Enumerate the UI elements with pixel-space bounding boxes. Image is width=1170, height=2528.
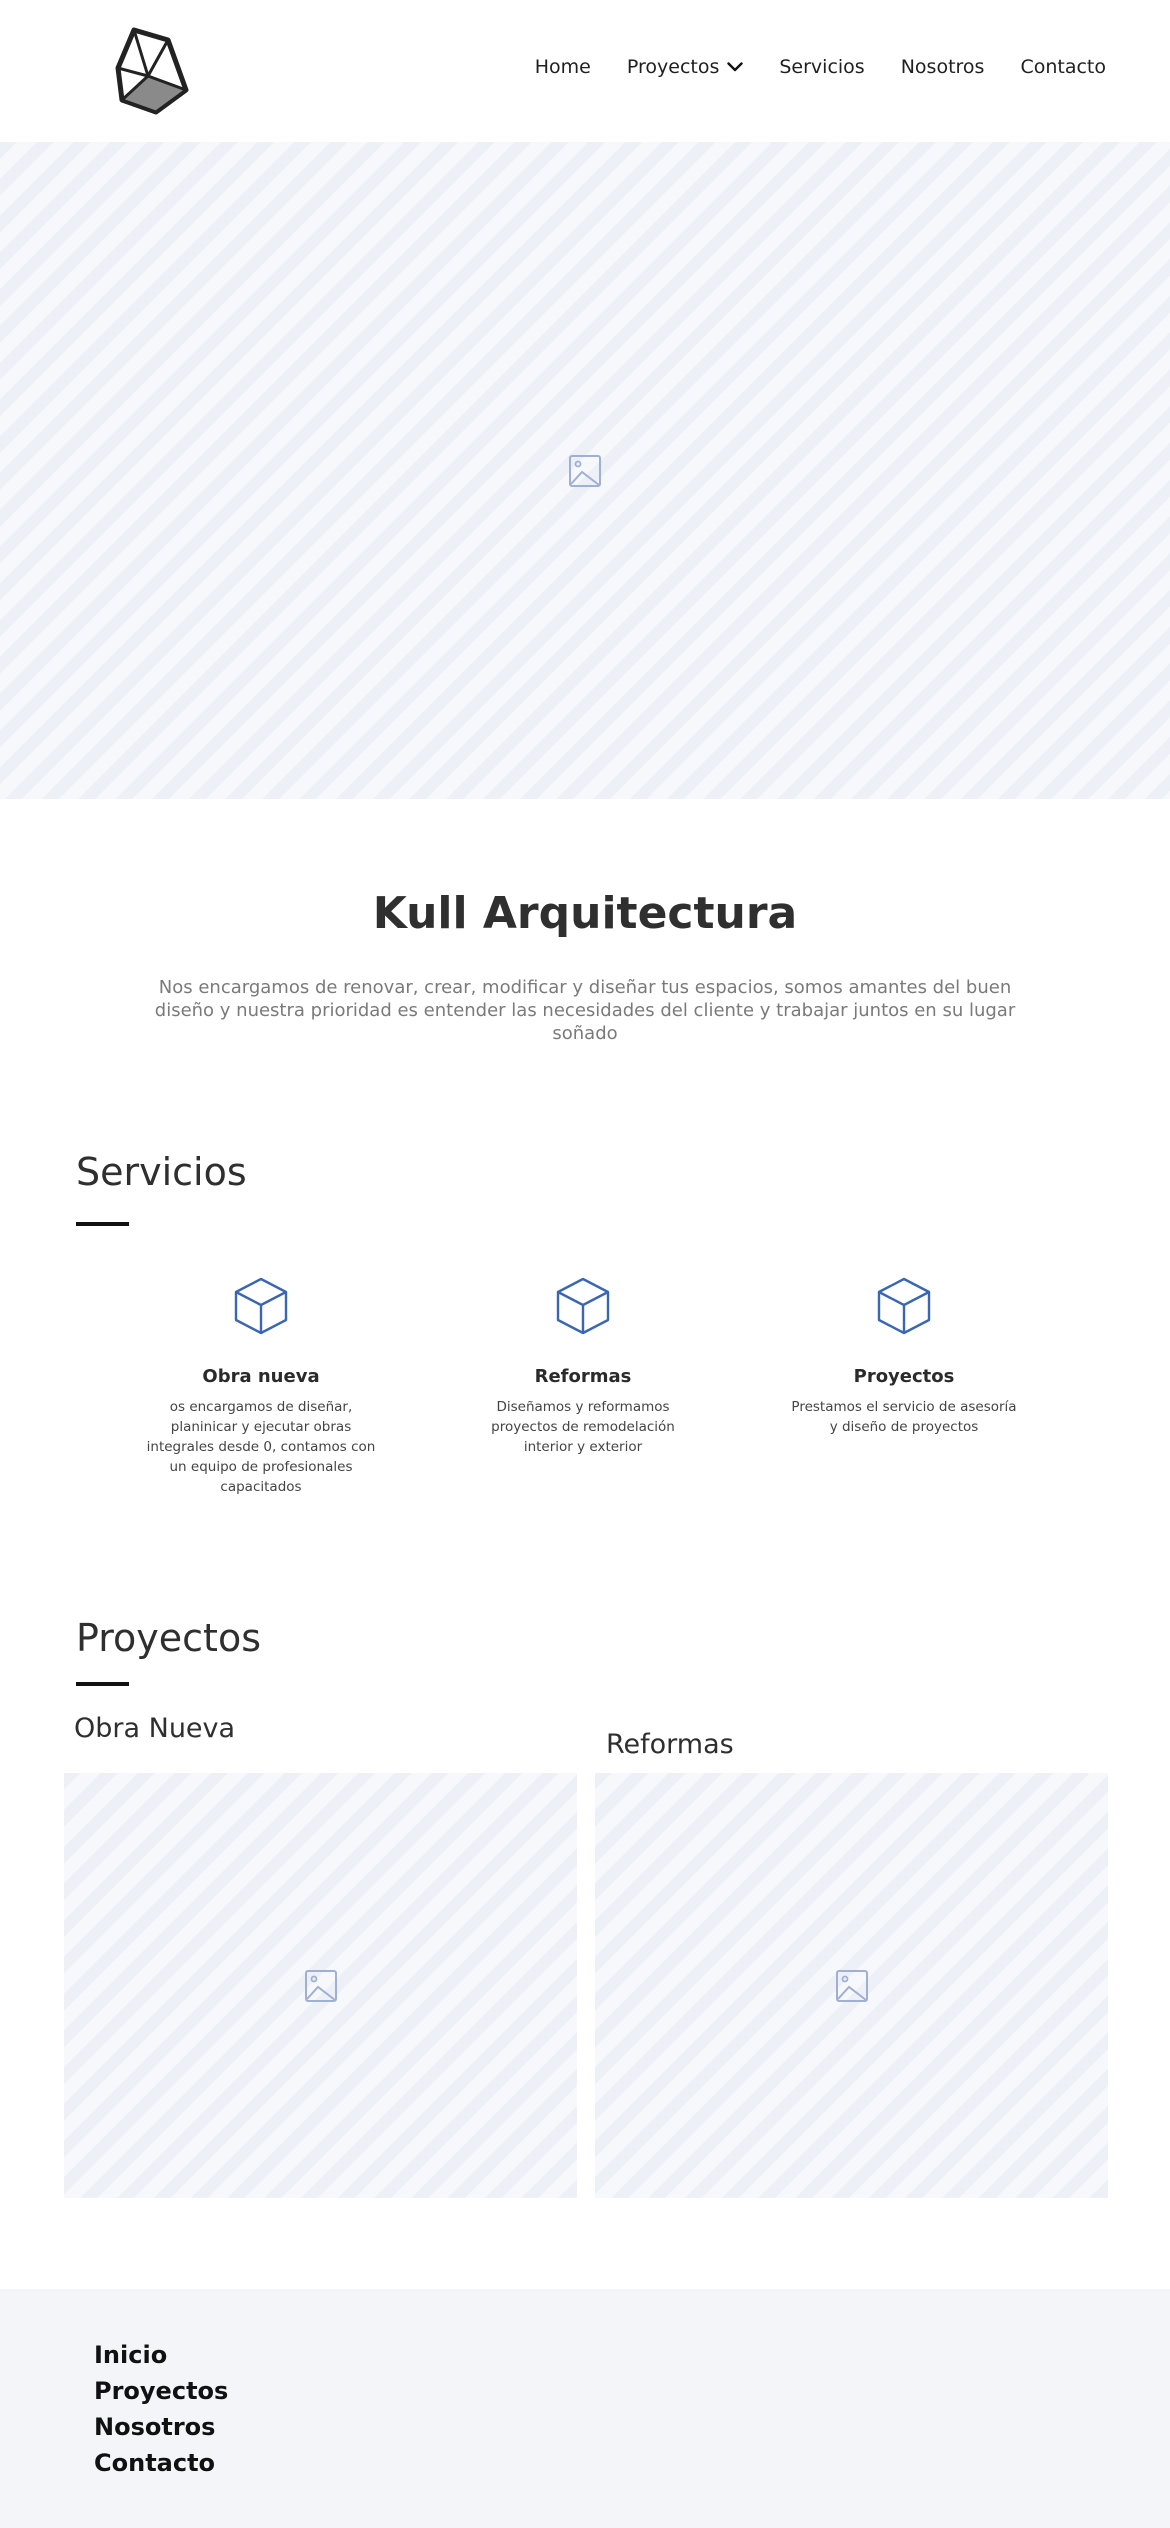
intro-text: Nos encargamos de renovar, crear, modifi… — [154, 977, 1016, 1044]
cube-icon — [877, 1277, 931, 1335]
nav-nosotros-label: Nosotros — [900, 56, 985, 78]
nav-contacto-label: Contacto — [1020, 56, 1106, 78]
nav-servicios-label: Servicios — [779, 56, 865, 78]
services-title: Servicios — [76, 1150, 247, 1194]
nav-home[interactable]: Home — [535, 56, 591, 78]
image-placeholder-icon — [304, 1969, 337, 2002]
service-desc: Prestamos el servicio de asesoría y dise… — [791, 1399, 1017, 1435]
projects-title-rule — [76, 1682, 129, 1686]
nav-home-label: Home — [534, 56, 591, 78]
footer-link-contacto[interactable]: Contacto — [94, 2445, 228, 2481]
projects-title: Proyectos — [76, 1616, 261, 1660]
nav-servicios[interactable]: Servicios — [779, 56, 864, 78]
services-title-rule — [76, 1222, 129, 1226]
image-placeholder-icon — [569, 454, 601, 487]
site-footer: Inicio Proyectos Nosotros Contacto — [0, 2289, 1170, 2528]
nav-proyectos-label: Proyectos — [626, 56, 720, 78]
footer-link-inicio[interactable]: Inicio — [94, 2337, 228, 2373]
service-title: Proyectos — [853, 1366, 955, 1387]
footer-nav: Inicio Proyectos Nosotros Contacto — [94, 2337, 228, 2481]
service-card-obra-nueva: Obra nueva os encargamos de diseñar, pla… — [145, 1276, 377, 1497]
chevron-down-icon — [727, 62, 744, 72]
service-title: Reformas — [534, 1366, 632, 1387]
project-label-reformas: Reformas — [606, 1729, 734, 1760]
cube-icon — [556, 1277, 610, 1335]
cube-icon — [234, 1277, 288, 1335]
service-title: Obra nueva — [202, 1366, 320, 1387]
service-card-reformas: Reformas Diseñamos y reformamos proyecto… — [467, 1276, 699, 1457]
footer-link-nosotros[interactable]: Nosotros — [94, 2409, 228, 2445]
nav-proyectos[interactable]: Proyectos — [627, 56, 744, 78]
service-card-proyectos: Proyectos Prestamos el servicio de aseso… — [788, 1276, 1020, 1437]
nav-nosotros[interactable]: Nosotros — [901, 56, 985, 78]
project-image-obra-nueva[interactable] — [64, 1773, 577, 2198]
main-nav: Home Proyectos Servicios Nosotros Contac… — [535, 56, 1106, 78]
service-desc: os encargamos de diseñar, planinicar y e… — [146, 1399, 376, 1495]
hero-image — [0, 142, 1170, 799]
service-desc: Diseñamos y reformamos proyectos de remo… — [491, 1399, 675, 1455]
brand-logo[interactable] — [112, 24, 192, 118]
project-image-reformas[interactable] — [595, 1773, 1108, 2198]
image-placeholder-icon — [835, 1969, 868, 2002]
nav-contacto[interactable]: Contacto — [1020, 56, 1106, 78]
footer-link-proyectos[interactable]: Proyectos — [94, 2373, 228, 2409]
site-header: Home Proyectos Servicios Nosotros Contac… — [0, 0, 1170, 142]
page-title: Kull Arquitectura — [372, 888, 798, 939]
project-label-obra-nueva: Obra Nueva — [74, 1713, 236, 1744]
